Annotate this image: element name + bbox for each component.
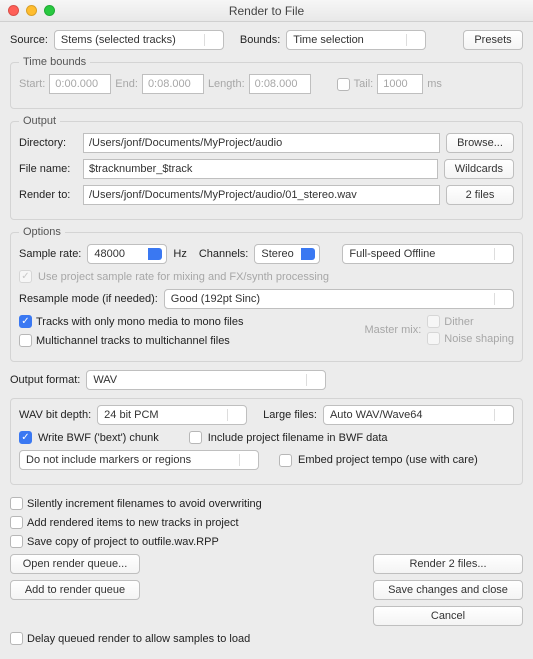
- sample-rate-label: Sample rate:: [19, 248, 81, 260]
- time-bounds-group: Time bounds Start: 0:00.000 End: 0:08.00…: [10, 56, 523, 109]
- directory-input[interactable]: /Users/jonf/Documents/MyProject/audio: [83, 133, 440, 153]
- add-queue-button[interactable]: Add to render queue: [10, 580, 140, 600]
- source-label: Source:: [10, 34, 48, 46]
- include-proj-checkbox[interactable]: [189, 431, 202, 444]
- silent-inc-checkbox[interactable]: [10, 497, 23, 510]
- noise-shaping-label: Noise shaping: [444, 333, 514, 345]
- wildcards-button[interactable]: Wildcards: [444, 159, 514, 179]
- sample-rate-select[interactable]: 48000▲▼: [87, 244, 167, 264]
- output-format-select[interactable]: WAV▲▼: [86, 370, 326, 390]
- dither-checkbox: [427, 315, 440, 328]
- large-files-label: Large files:: [263, 409, 317, 421]
- multichannel-label: Multichannel tracks to multichannel file…: [36, 335, 230, 347]
- save-close-button[interactable]: Save changes and close: [373, 580, 523, 600]
- ms-label: ms: [427, 78, 442, 90]
- mono-tracks-label: Tracks with only mono media to mono file…: [36, 316, 243, 328]
- start-input: 0:00.000: [49, 74, 111, 94]
- options-group: Options Sample rate: 48000▲▼ Hz Channels…: [10, 226, 523, 362]
- delay-queued-checkbox[interactable]: [10, 632, 23, 645]
- length-input: 0:08.000: [249, 74, 311, 94]
- delay-queued-label: Delay queued render to allow samples to …: [27, 633, 250, 645]
- start-label: Start:: [19, 78, 45, 90]
- embed-tempo-label: Embed project tempo (use with care): [298, 454, 478, 466]
- channels-select[interactable]: Stereo▲▼: [254, 244, 320, 264]
- resample-select[interactable]: Good (192pt Sinc)▲▼: [164, 289, 514, 309]
- filename-input[interactable]: $tracknumber_$track: [83, 159, 438, 179]
- write-bwf-checkbox[interactable]: [19, 431, 32, 444]
- output-legend: Output: [19, 115, 60, 127]
- wav-bit-depth-select[interactable]: 24 bit PCM▲▼: [97, 405, 247, 425]
- write-bwf-label: Write BWF ('bext') chunk: [38, 432, 159, 444]
- length-label: Length:: [208, 78, 245, 90]
- wav-bit-depth-label: WAV bit depth:: [19, 409, 91, 421]
- hz-label: Hz: [173, 248, 186, 260]
- two-files-button[interactable]: 2 files: [446, 185, 514, 205]
- browse-button[interactable]: Browse...: [446, 133, 514, 153]
- save-copy-checkbox[interactable]: [10, 535, 23, 548]
- cancel-button[interactable]: Cancel: [373, 606, 523, 626]
- minimize-icon[interactable]: [26, 5, 37, 16]
- embed-tempo-checkbox[interactable]: [279, 454, 292, 467]
- channels-label: Channels:: [199, 248, 249, 260]
- include-proj-label: Include project filename in BWF data: [208, 432, 388, 444]
- directory-label: Directory:: [19, 137, 77, 149]
- add-rendered-checkbox[interactable]: [10, 516, 23, 529]
- end-label: End:: [115, 78, 138, 90]
- mono-tracks-checkbox[interactable]: [19, 315, 32, 328]
- dither-label: Dither: [444, 316, 473, 328]
- tail-label: Tail:: [354, 78, 374, 90]
- render-to-input[interactable]: /Users/jonf/Documents/MyProject/audio/01…: [83, 185, 440, 205]
- titlebar: Render to File: [0, 0, 533, 22]
- markers-select[interactable]: Do not include markers or regions▲▼: [19, 450, 259, 470]
- time-bounds-legend: Time bounds: [19, 56, 90, 68]
- open-queue-button[interactable]: Open render queue...: [10, 554, 140, 574]
- use-project-sr-checkbox: [19, 270, 32, 283]
- master-mix-label: Master mix:: [364, 324, 421, 336]
- bounds-select[interactable]: Time selection▲▼: [286, 30, 426, 50]
- use-project-sr-label: Use project sample rate for mixing and F…: [38, 271, 329, 283]
- tail-checkbox[interactable]: [337, 78, 350, 91]
- multichannel-checkbox[interactable]: [19, 334, 32, 347]
- silent-inc-label: Silently increment filenames to avoid ov…: [27, 498, 262, 510]
- resample-label: Resample mode (if needed):: [19, 293, 158, 305]
- render-to-label: Render to:: [19, 189, 77, 201]
- offline-select[interactable]: Full-speed Offline▲▼: [342, 244, 514, 264]
- presets-button[interactable]: Presets: [463, 30, 523, 50]
- filename-label: File name:: [19, 163, 77, 175]
- large-files-select[interactable]: Auto WAV/Wave64▲▼: [323, 405, 514, 425]
- zoom-icon[interactable]: [44, 5, 55, 16]
- wav-group: WAV bit depth: 24 bit PCM▲▼ Large files:…: [10, 398, 523, 485]
- output-group: Output Directory: /Users/jonf/Documents/…: [10, 115, 523, 220]
- add-rendered-label: Add rendered items to new tracks in proj…: [27, 517, 239, 529]
- output-format-label: Output format:: [10, 374, 80, 386]
- bounds-label: Bounds:: [240, 34, 280, 46]
- source-select[interactable]: Stems (selected tracks)▲▼: [54, 30, 224, 50]
- options-legend: Options: [19, 226, 65, 238]
- close-icon[interactable]: [8, 5, 19, 16]
- save-copy-label: Save copy of project to outfile.wav.RPP: [27, 536, 219, 548]
- window-controls: [8, 5, 55, 16]
- render-button[interactable]: Render 2 files...: [373, 554, 523, 574]
- window-title: Render to File: [0, 4, 533, 18]
- tail-input: 1000: [377, 74, 423, 94]
- end-input: 0:08.000: [142, 74, 204, 94]
- noise-shaping-checkbox: [427, 332, 440, 345]
